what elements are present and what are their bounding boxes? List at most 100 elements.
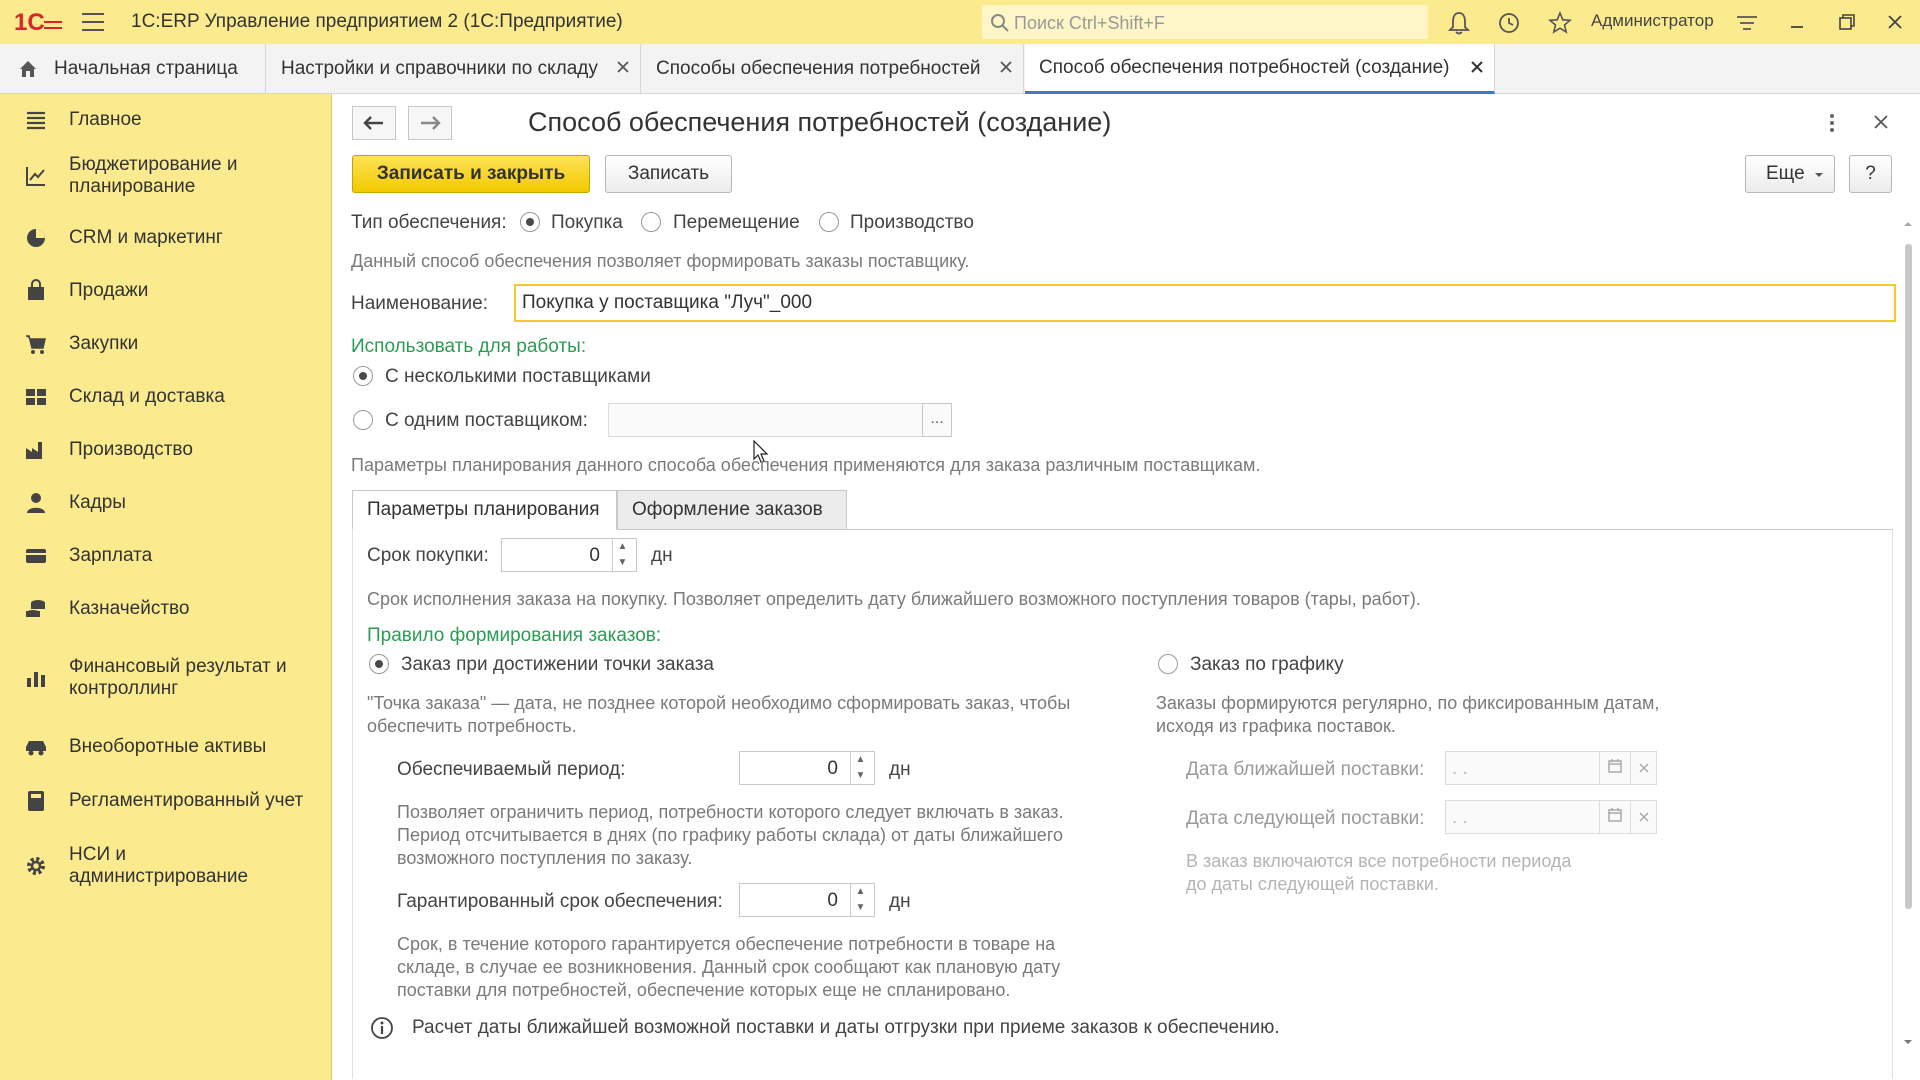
purchase-term-stepper[interactable]: ▲ ▼ <box>612 539 632 571</box>
scroll-up-icon[interactable] <box>1903 220 1913 228</box>
close-tab-icon[interactable] <box>999 60 1013 74</box>
more-actions-icon[interactable] <box>1826 112 1838 134</box>
close-form-icon[interactable] <box>1872 113 1890 131</box>
radio-order-point[interactable] <box>369 654 389 674</box>
favorites-star-icon[interactable] <box>1547 10 1573 36</box>
purchase-term-hint: Срок исполнения заказа на покупку. Позво… <box>367 589 1421 609</box>
chevron-down-icon[interactable]: ▼ <box>613 555 632 571</box>
radio-transfer[interactable] <box>641 212 661 232</box>
close-window-icon[interactable] <box>1884 11 1906 33</box>
close-tab-icon[interactable] <box>1470 60 1484 74</box>
save-and-close-button[interactable]: Записать и закрыть <box>352 155 590 193</box>
clear-button[interactable] <box>1630 751 1657 785</box>
tab-home[interactable]: Начальная страница <box>0 44 266 94</box>
coins-icon <box>26 600 45 617</box>
tab-label: Способ обеспечения потребностей (создани… <box>1039 56 1450 78</box>
radio-order-point-label[interactable]: Заказ при достижении точки заказа <box>401 654 714 676</box>
tab-order-processing[interactable]: Оформление заказов <box>617 490 847 530</box>
sidebar-item-hr[interactable]: Кадры <box>0 491 332 515</box>
arrow-left-icon <box>363 116 383 130</box>
close-tab-icon[interactable] <box>616 60 630 74</box>
radio-transfer-label[interactable]: Перемещение <box>673 212 800 234</box>
radio-multi-suppliers-label[interactable]: С несколькими поставщиками <box>385 366 651 388</box>
open-tabs-bar: Начальная страница Настройки и справочни… <box>0 44 1920 94</box>
calendar-button[interactable] <box>1599 800 1631 834</box>
chevron-up-icon[interactable]: ▲ <box>613 539 632 555</box>
bell-icon[interactable] <box>1446 10 1472 36</box>
guaranteed-hint-line3: поставки для потребностей, обеспечение к… <box>397 980 1011 1000</box>
sidebar-item-salary[interactable]: Зарплата <box>0 544 332 568</box>
sidebar-item-fixed-assets[interactable]: Внеоборотные активы <box>0 735 332 759</box>
history-icon[interactable] <box>1496 10 1522 36</box>
calendar-button[interactable] <box>1599 751 1631 785</box>
back-button[interactable] <box>352 106 396 140</box>
name-label: Наименование: <box>351 293 488 314</box>
radio-purchase-label[interactable]: Покупка <box>551 212 623 234</box>
sidebar-item-label: Внеоборотные активы <box>69 736 267 757</box>
sidebar-item-admin[interactable]: НСИ и администрирование <box>0 844 332 888</box>
tab-warehouse-settings[interactable]: Настройки и справочники по складу <box>267 44 641 94</box>
radio-multi-suppliers[interactable] <box>353 366 373 386</box>
nearest-delivery-field[interactable]: . . <box>1445 751 1600 785</box>
tab-supply-methods[interactable]: Способы обеспечения потребностей <box>642 44 1024 94</box>
restore-icon[interactable] <box>1836 11 1858 33</box>
name-field[interactable]: Покупка у поставщика "Луч"_000 <box>514 284 1896 322</box>
calendar-icon <box>1608 759 1622 773</box>
sidebar-item-sales[interactable]: Продажи <box>0 279 332 303</box>
days-unit: дн <box>889 891 911 912</box>
sidebar-item-treasury[interactable]: Казначейство <box>0 597 332 621</box>
radio-order-schedule-label[interactable]: Заказ по графику <box>1190 654 1344 676</box>
covered-period-label: Обеспечиваемый период: <box>397 759 626 780</box>
guaranteed-term-stepper[interactable]: ▲ ▼ <box>850 884 870 916</box>
radio-single-supplier[interactable] <box>353 410 373 430</box>
radio-purchase[interactable] <box>520 212 540 232</box>
sidebar-item-label: Зарплата <box>69 545 153 566</box>
1c-logo-icon[interactable]: 1С <box>14 8 64 36</box>
sidebar-item-main[interactable]: Главное <box>0 108 332 132</box>
sidebar-item-financial-result[interactable]: Финансовый результат и контроллинг <box>0 656 332 700</box>
sidebar-item-label: Бюджетирование и планирование <box>69 154 238 197</box>
schedule-period-hint-line1: В заказ включаются все потребности перио… <box>1186 851 1572 871</box>
settings-lines-icon[interactable] <box>1734 10 1760 36</box>
help-button[interactable]: ? <box>1849 155 1892 193</box>
forward-button[interactable] <box>408 106 452 140</box>
scrollbar-thumb[interactable] <box>1905 244 1912 909</box>
save-button[interactable]: Записать <box>605 155 732 193</box>
schedule-hint-line2: исходя из графика поставок. <box>1156 716 1396 736</box>
clear-button[interactable] <box>1630 800 1657 834</box>
radio-production-label[interactable]: Производство <box>850 212 974 234</box>
sidebar-item-label: Регламентированный учет <box>69 790 304 811</box>
search-icon <box>991 14 1009 32</box>
chevron-down-icon[interactable]: ▼ <box>851 900 870 916</box>
user-name[interactable]: Администратор <box>1591 11 1714 31</box>
chevron-up-icon[interactable]: ▲ <box>851 752 870 768</box>
chevron-down-icon[interactable]: ▼ <box>851 768 870 784</box>
bar-chart-icon <box>27 672 45 687</box>
sidebar-item-warehouse[interactable]: Склад и доставка <box>0 385 332 409</box>
sidebar-item-budgeting[interactable]: Бюджетирование и планирование <box>0 154 332 198</box>
radio-production[interactable] <box>819 212 839 232</box>
sidebar-item-crm[interactable]: CRM и маркетинг <box>0 226 332 250</box>
more-button[interactable]: Еще <box>1745 155 1835 193</box>
next-delivery-field[interactable]: . . <box>1445 800 1600 834</box>
main-menu-icon[interactable] <box>82 13 104 31</box>
search-input[interactable]: Поиск Ctrl+Shift+F <box>982 5 1428 39</box>
radio-order-schedule[interactable] <box>1158 654 1178 674</box>
covered-period-stepper[interactable]: ▲ ▼ <box>850 752 870 784</box>
arrow-right-icon <box>421 116 441 130</box>
tab-planning-params[interactable]: Параметры планирования <box>352 490 617 530</box>
supplier-select-button[interactable]: ... <box>922 403 952 437</box>
planning-hint: Параметры планирования данного способа о… <box>351 455 1261 475</box>
supplier-field[interactable] <box>608 403 923 437</box>
info-link[interactable]: Расчет даты ближайшей возможной поставки… <box>412 1017 1280 1039</box>
sidebar-item-purchases[interactable]: Закупки <box>0 332 332 356</box>
chevron-up-icon[interactable]: ▲ <box>851 884 870 900</box>
sidebar-item-label: CRM и маркетинг <box>69 227 223 248</box>
radio-single-supplier-label[interactable]: С одним поставщиком: <box>385 410 588 432</box>
sidebar-item-regulated-accounting[interactable]: Регламентированный учет <box>0 789 332 813</box>
sidebar-item-production[interactable]: Производство <box>0 438 332 462</box>
minimize-icon[interactable] <box>1786 11 1808 33</box>
pie-chart-icon <box>27 229 45 247</box>
scroll-down-icon[interactable] <box>1903 1038 1913 1046</box>
tab-supply-method-create[interactable]: Способ обеспечения потребностей (создани… <box>1025 44 1495 94</box>
